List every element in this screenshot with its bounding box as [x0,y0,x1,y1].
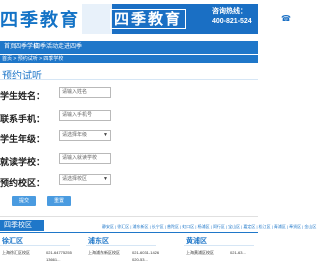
title-divider [0,79,258,80]
banner-decoration [82,4,112,34]
campus-entry-phone: 020-53... [132,257,148,262]
hotline: 咨询热线： 400-821-524 [212,6,258,25]
nav-item-activities[interactable]: 四季活动 [34,41,58,54]
submit-button[interactable]: 提交 [12,196,36,206]
grade-label: 学生年级： [0,134,46,144]
page-header: 四季教育 四季教育 ☎ 咨询热线： 400-821-524 [0,0,292,38]
campus-entry-name[interactable]: 上海浦东新区校区 [88,250,120,256]
district-links[interactable]: 静安区 | 徐汇区 | 浦东新区 | 长宁区 | 普陀区 | 虹口区 | 杨浦区… [102,224,316,230]
campus-label: 预约校区： [0,178,46,188]
breadcrumb: 首页 > 预约试听 > 四季学校 [2,56,64,62]
grade-select-value: 请选择年级 [62,132,88,138]
footer-divider [0,232,258,233]
campus-entry-name[interactable]: 上海黄浦区校区 [186,250,214,256]
chevron-down-icon: ▼ [103,132,108,138]
grade-select[interactable]: 请选择年级 ▼ [59,130,111,141]
nav-item-about[interactable]: 走进四季 [58,41,82,54]
hotline-label: 咨询热线： [212,8,247,15]
campus-select-value: 请选择校区 [62,176,88,182]
campus-entry-phone: 021-6031-1426 [132,250,160,255]
campus-entry-phone: 021-64775255 [46,250,72,255]
footer-separator [0,216,258,217]
phone-input[interactable]: 请输入手机号 [59,110,111,121]
main-nav: 首页 四季学校 四季活动 走进四季 [0,41,258,54]
column-rule [86,245,156,246]
form-row-school: 就读学校： 请输入就读学校 [0,153,258,169]
school-input[interactable]: 请输入就读学校 [59,153,111,164]
logo-text: 四季教育 [0,10,80,31]
form-row-campus: 预约校区： 请选择校区 ▼ [0,174,258,190]
phone-label: 联系手机： [0,114,46,124]
chevron-down-icon: ▼ [103,176,108,182]
hotline-number: 400-821-524 [212,18,252,25]
logo[interactable]: 四季教育 [0,2,78,36]
student-name-label: 学生姓名： [0,91,46,101]
form-row-name: 学生姓名： 请输入姓名 [0,87,258,103]
form-row-phone: 联系手机： 请输入手机号 [0,110,258,126]
school-label: 就读学校： [0,157,46,167]
campus-entry-phone: 021-63... [230,250,246,255]
student-name-input[interactable]: 请输入姓名 [59,87,111,98]
column-rule [0,245,70,246]
phone-icon: ☎ [280,13,292,25]
campus-tab-label: 四季校区 [4,222,32,229]
breadcrumb-bar: 首页 > 预约试听 > 四季学校 [0,55,258,63]
reset-button[interactable]: 重置 [47,196,71,206]
campus-tab[interactable]: 四季校区 [0,220,44,231]
form-row-grade: 学生年级： 请选择年级 ▼ [0,130,258,146]
column-rule [184,245,254,246]
campus-select[interactable]: 请选择校区 ▼ [59,174,111,185]
campus-entry-name[interactable]: 上海徐汇区校区 [2,250,30,256]
banner-title: 四季教育 [110,9,187,29]
campus-entry-phone: 13661... [46,257,61,262]
